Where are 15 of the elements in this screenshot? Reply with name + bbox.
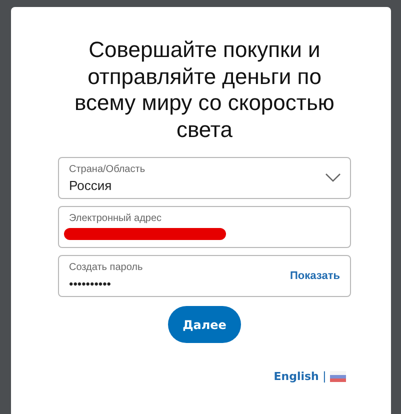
next-button[interactable]: Далее (168, 306, 241, 343)
show-password-link[interactable]: Показать (290, 270, 340, 282)
field-label: Создать пароль (69, 261, 144, 274)
country-select[interactable]: Страна/Область Россия (58, 157, 351, 199)
headline: Совершайте покупки и отправляйте деньги по всему миру со скоростью света (74, 37, 336, 143)
separator: | (322, 369, 326, 383)
field-label: Страна/Область (69, 163, 146, 176)
chevron-down-icon (325, 173, 341, 182)
field-label: Электронный адрес (69, 212, 163, 225)
email-field[interactable]: Электронный адрес (58, 206, 351, 248)
selected-value: Россия (69, 178, 112, 194)
language-link[interactable]: English (274, 370, 319, 382)
password-field[interactable]: Создать пароль •••••••••• Показать (58, 255, 351, 297)
flag-icon[interactable] (330, 370, 346, 382)
password-value: •••••••••• (69, 276, 112, 292)
